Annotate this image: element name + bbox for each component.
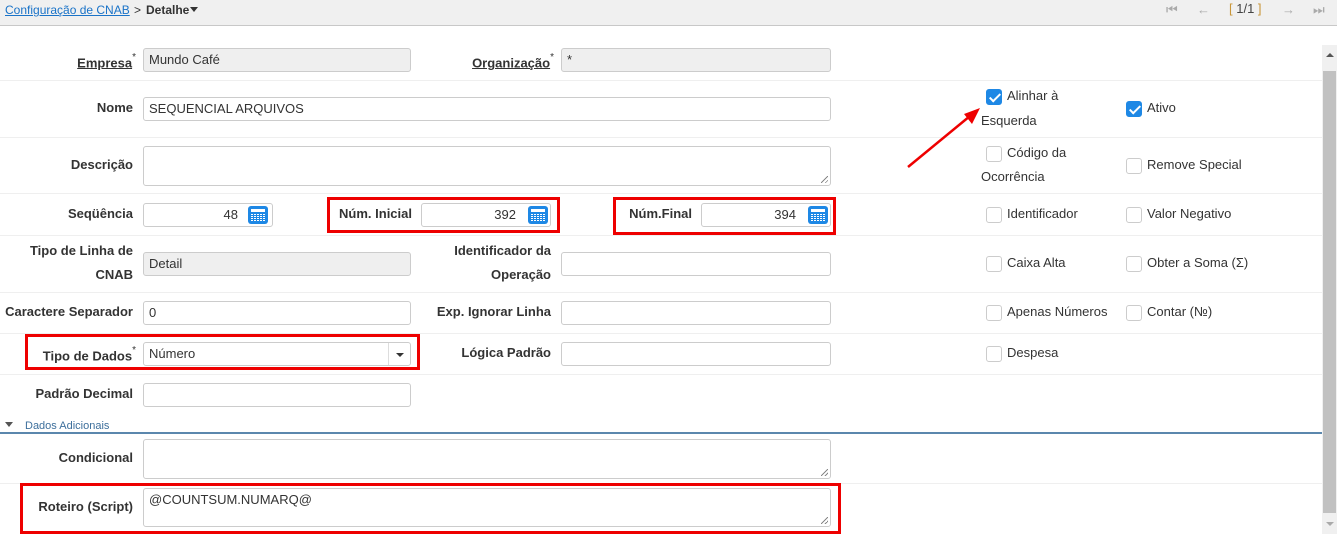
descricao-label: Descrição — [70, 157, 133, 172]
logica-padrao-label: Lógica Padrão — [461, 345, 551, 360]
identificador-operacao-label-line2: Operação — [491, 267, 551, 282]
empresa-label-text[interactable]: Empresa — [77, 55, 132, 70]
ativo-label: Ativo — [1147, 100, 1176, 115]
organizacao-label: Organização* — [420, 48, 554, 75]
calculator-icon[interactable] — [248, 206, 268, 224]
caractere-separador-label: Caractere Separador — [5, 304, 133, 319]
nome-field[interactable]: SEQUENCIAL ARQUIVOS — [143, 97, 831, 121]
prev-record-icon[interactable]: ← — [1197, 2, 1210, 17]
ativo-checkbox[interactable] — [1126, 101, 1142, 117]
dropdown-arrow-icon[interactable] — [388, 343, 410, 365]
descricao-textarea[interactable] — [143, 146, 831, 186]
padrao-decimal-label: Padrão Decimal — [35, 386, 133, 401]
alinhar-esquerda-label-line1: Alinhar à — [1007, 88, 1059, 103]
condicional-textarea[interactable] — [143, 439, 831, 479]
num-inicial-label: Núm. Inicial — [339, 206, 412, 221]
num-final-label: Núm.Final — [629, 206, 692, 221]
despesa-label: Despesa — [1007, 345, 1059, 360]
remove-special-label: Remove Special — [1147, 157, 1242, 172]
organizacao-field[interactable]: * — [561, 48, 831, 72]
empresa-label: Empresa* — [0, 48, 136, 75]
last-record-icon[interactable]: ⏭ — [1313, 2, 1325, 18]
identificador-operacao-label-line1: Identificador da — [454, 243, 551, 258]
row-divider — [0, 235, 1322, 236]
identificador-checkbox[interactable] — [986, 207, 1002, 223]
apenas-numeros-checkbox[interactable] — [986, 305, 1002, 321]
arrow-shaft — [907, 115, 971, 168]
row-divider — [0, 333, 1322, 334]
tipo-dados-selected-value: Número — [149, 346, 196, 361]
first-record-icon[interactable]: ⏮ — [1166, 2, 1178, 18]
scroll-down-icon[interactable] — [1326, 522, 1334, 526]
padrao-decimal-field[interactable] — [143, 383, 411, 407]
row-divider — [0, 193, 1322, 194]
codigo-ocorrencia-label-line2: Ocorrência — [981, 169, 1045, 184]
scroll-up-icon[interactable] — [1326, 53, 1334, 57]
breadcrumb-separator: > — [134, 3, 142, 17]
section-title: Dados Adicionais — [25, 420, 110, 432]
contar-checkbox[interactable] — [1126, 305, 1142, 321]
required-marker: * — [132, 345, 136, 356]
organizacao-label-text[interactable]: Organização — [472, 55, 550, 70]
logica-padrao-field[interactable] — [561, 342, 831, 366]
resize-grip-icon[interactable] — [821, 517, 828, 524]
caret-down-icon — [190, 7, 199, 12]
exp-ignorar-linha-field[interactable] — [561, 301, 831, 325]
row-divider — [0, 80, 1322, 81]
identificador-label: Identificador — [1007, 206, 1078, 221]
obter-soma-label: Obter a Soma (Σ) — [1147, 255, 1249, 270]
section-dados-adicionais[interactable]: Dados Adicionais — [0, 418, 1322, 434]
empresa-field[interactable]: Mundo Café — [143, 48, 411, 72]
pager-position: 1/1 — [1232, 1, 1258, 16]
roteiro-value: @COUNTSUM.NUMARQ@ — [149, 492, 312, 507]
annotation-arrow — [907, 108, 980, 168]
calculator-icon[interactable] — [808, 206, 828, 224]
codigo-ocorrencia-label-line1: Código da — [1007, 145, 1067, 160]
apenas-numeros-label: Apenas Números — [1007, 304, 1108, 319]
tipo-dados-select[interactable]: Número — [143, 342, 411, 366]
row-divider — [0, 292, 1322, 293]
nome-label: Nome — [96, 100, 133, 115]
identificador-operacao-field[interactable] — [561, 252, 831, 276]
tipo-linha-label-line2: CNAB — [95, 267, 133, 282]
vertical-scrollbar[interactable] — [1322, 45, 1337, 534]
caractere-separador-field[interactable]: 0 — [143, 301, 411, 325]
breadcrumb-parent-link[interactable]: Configuração de CNAB — [5, 3, 130, 17]
obter-soma-checkbox[interactable] — [1126, 256, 1142, 272]
row-divider — [0, 374, 1322, 375]
roteiro-textarea[interactable]: @COUNTSUM.NUMARQ@ — [143, 488, 831, 527]
calculator-icon[interactable] — [528, 206, 548, 224]
row-divider — [0, 483, 1322, 484]
breadcrumb-current[interactable]: Detalhe — [146, 3, 199, 17]
next-record-icon[interactable]: → — [1282, 2, 1295, 17]
pager-close-bracket: ] — [1257, 1, 1262, 16]
arrow-head — [964, 108, 980, 124]
tipo-dados-label-text: Tipo de Dados — [42, 348, 133, 364]
codigo-ocorrencia-checkbox[interactable] — [986, 146, 1002, 162]
tipo-linha-label-line1: Tipo de Linha de — [29, 243, 133, 258]
scrollbar-thumb[interactable] — [1323, 71, 1336, 513]
required-marker: * — [550, 52, 554, 63]
contar-label: Contar (№) — [1147, 304, 1213, 319]
top-toolbar: Configuração de CNAB > Detalhe ⏮ ← [ 1/1… — [0, 0, 1337, 26]
exp-ignorar-linha-label: Exp. Ignorar Linha — [436, 304, 551, 319]
caixa-alta-checkbox[interactable] — [986, 256, 1002, 272]
caixa-alta-label: Caixa Alta — [1007, 255, 1066, 270]
valor-negativo-label: Valor Negativo — [1147, 206, 1232, 221]
row-divider — [0, 137, 1322, 138]
resize-grip-icon[interactable] — [821, 176, 828, 183]
despesa-checkbox[interactable] — [986, 346, 1002, 362]
condicional-label: Condicional — [58, 450, 133, 465]
remove-special-checkbox[interactable] — [1126, 158, 1142, 174]
valor-negativo-checkbox[interactable] — [1126, 207, 1142, 223]
record-pager: [ 1/1 ] — [1229, 1, 1262, 16]
tipo-dados-label: Tipo de Dados* — [0, 341, 136, 368]
required-marker: * — [132, 52, 136, 63]
tipo-linha-field[interactable]: Detail — [143, 252, 411, 276]
roteiro-label: Roteiro (Script) — [38, 499, 133, 514]
resize-grip-icon[interactable] — [821, 469, 828, 476]
sequencia-label: Seqüência — [67, 206, 133, 221]
breadcrumb-current-label: Detalhe — [146, 3, 190, 17]
collapse-triangle-icon[interactable] — [5, 422, 13, 427]
